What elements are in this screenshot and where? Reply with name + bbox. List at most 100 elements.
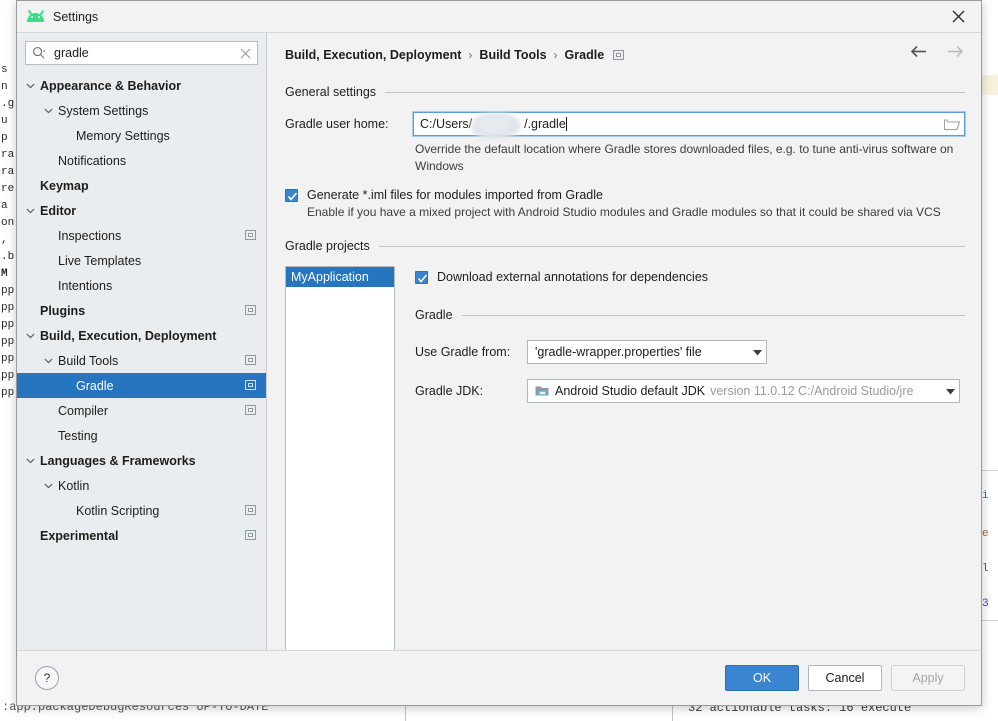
close-icon[interactable] xyxy=(935,1,981,32)
list-item[interactable]: MyApplication xyxy=(286,267,394,287)
sidebar-item-gradle[interactable]: Gradle xyxy=(17,373,266,398)
group-label: General settings xyxy=(285,85,377,99)
sidebar-item-testing[interactable]: Testing xyxy=(17,423,266,448)
sidebar-item-notifications[interactable]: Notifications xyxy=(17,148,266,173)
sidebar-item-system-settings[interactable]: System Settings xyxy=(17,98,266,123)
download-annotations-label: Download external annotations for depend… xyxy=(437,270,709,284)
download-annotations-row: Download external annotations for depend… xyxy=(415,270,965,284)
chevron-down-icon[interactable] xyxy=(25,455,36,466)
sidebar-item-editor[interactable]: Editor xyxy=(17,198,266,223)
sidebar-item-label: Testing xyxy=(58,428,98,443)
chevron-down-icon[interactable] xyxy=(25,330,36,341)
sidebar-item-label: Keymap xyxy=(40,178,89,193)
sidebar-item-live-templates[interactable]: Live Templates xyxy=(17,248,266,273)
apply-button[interactable]: Apply xyxy=(891,665,965,691)
gradle-jdk-label: Gradle JDK: xyxy=(415,384,484,398)
sidebar-item-kotlin-scripting[interactable]: Kotlin Scripting xyxy=(17,498,266,523)
page-mark-icon xyxy=(245,530,256,540)
sidebar-item-label: Editor xyxy=(40,203,77,218)
sidebar-item-memory-settings[interactable]: Memory Settings xyxy=(17,123,266,148)
sidebar-item-label: Kotlin xyxy=(58,478,90,493)
page-mark-icon xyxy=(245,355,256,365)
sidebar-item-experimental[interactable]: Experimental xyxy=(17,523,266,548)
sidebar-item-inspections[interactable]: Inspections xyxy=(17,223,266,248)
close-icon[interactable] xyxy=(239,47,252,60)
chevron-down-icon[interactable] xyxy=(43,355,54,366)
android-icon xyxy=(27,9,44,24)
sidebar-item-keymap[interactable]: Keymap xyxy=(17,173,266,198)
chevron-down-icon[interactable] xyxy=(43,480,54,491)
gradle-project-list[interactable]: MyApplication xyxy=(285,266,395,650)
gradle-jdk-value: Android Studio default JDK xyxy=(555,384,706,398)
arrow-right-icon[interactable] xyxy=(945,45,965,58)
page-mark-icon xyxy=(245,305,256,315)
gradle-user-home-label: Gradle user home: xyxy=(285,117,389,131)
use-gradle-from-select[interactable]: 'gradle-wrapper.properties' file xyxy=(527,340,767,364)
sidebar-item-label: Gradle xyxy=(76,378,114,393)
search-input[interactable]: gradle xyxy=(25,41,258,65)
ok-button[interactable]: OK xyxy=(725,665,799,691)
help-button[interactable]: ? xyxy=(35,666,59,690)
sidebar-item-kotlin[interactable]: Kotlin xyxy=(17,473,266,498)
search-value: gradle xyxy=(54,46,89,60)
settings-dialog: Settings gradle Appearance & Behavior Sy… xyxy=(16,0,982,706)
breadcrumb-separator: › xyxy=(553,48,558,62)
use-gradle-from-value: 'gradle-wrapper.properties' file xyxy=(535,345,702,359)
page-mark-icon xyxy=(245,505,256,515)
arrow-left-icon[interactable] xyxy=(909,45,929,58)
sidebar-item-label: Build Tools xyxy=(58,353,119,368)
dialog-title: Settings xyxy=(53,9,99,24)
breadcrumb-item-2[interactable]: Gradle xyxy=(565,48,605,62)
breadcrumb-separator: › xyxy=(468,48,473,62)
sidebar-item-build-tools[interactable]: Build Tools xyxy=(17,348,266,373)
chevron-down-icon[interactable] xyxy=(25,205,36,216)
page-mark-icon xyxy=(245,380,256,390)
sidebar-item-appearance-behavior[interactable]: Appearance & Behavior xyxy=(17,73,266,98)
gradle-jdk-row: Gradle JDK: Android Studio default JDK v… xyxy=(415,379,965,403)
group-label: Gradle projects xyxy=(285,239,370,253)
sidebar-item-label: Compiler xyxy=(58,403,109,418)
sidebar-item-label: Appearance & Behavior xyxy=(40,78,182,93)
sidebar-item-label: Memory Settings xyxy=(76,128,170,143)
use-gradle-from-label: Use Gradle from: xyxy=(415,345,511,359)
sidebar-item-label: System Settings xyxy=(58,103,149,118)
sidebar-item-label: Build, Execution, Deployment xyxy=(40,328,217,343)
sidebar-item-label: Inspections xyxy=(58,228,122,243)
sidebar-item-intentions[interactable]: Intentions xyxy=(17,273,266,298)
sidebar-item-label: Notifications xyxy=(58,153,127,168)
general-settings-group: General settings xyxy=(285,85,965,99)
gradle-user-home-hint: Override the default location where Grad… xyxy=(415,142,954,173)
sidebar-item-build-execution-deployment[interactable]: Build, Execution, Deployment xyxy=(17,323,266,348)
sidebar-item-compiler[interactable]: Compiler xyxy=(17,398,266,423)
download-annotations-checkbox[interactable] xyxy=(415,271,428,284)
jdk-icon xyxy=(535,386,549,396)
sidebar-item-plugins[interactable]: Plugins xyxy=(17,298,266,323)
breadcrumb: Build, Execution, Deployment › Build Too… xyxy=(285,45,965,65)
gradle-jdk-select[interactable]: Android Studio default JDK version 11.0.… xyxy=(527,379,960,403)
cancel-button[interactable]: Cancel xyxy=(808,665,882,691)
sidebar-item-languages-frameworks[interactable]: Languages & Frameworks xyxy=(17,448,266,473)
settings-sidebar: gradle Appearance & Behavior System Setti… xyxy=(17,33,267,650)
settings-tree: Appearance & Behavior System Settings Memo… xyxy=(17,71,266,650)
folder-icon[interactable] xyxy=(944,117,960,131)
sidebar-item-label: Plugins xyxy=(40,303,86,318)
gradle-user-home-input[interactable]: C:/Users/ /.gradle xyxy=(412,111,966,139)
group-divider xyxy=(461,314,965,316)
generate-iml-hint: Enable if you have a mixed project with … xyxy=(307,205,941,219)
generate-iml-checkbox[interactable] xyxy=(285,189,298,202)
redacted-username xyxy=(471,113,521,139)
sidebar-item-label: Kotlin Scripting xyxy=(76,503,160,518)
breadcrumb-item-1[interactable]: Build Tools xyxy=(479,48,546,62)
gradle-user-home-value-suffix: /.gradle xyxy=(524,117,566,131)
gradle-user-home-row: Gradle user home: C:/Users/ /.gradle xyxy=(285,111,966,139)
breadcrumb-item-0[interactable]: Build, Execution, Deployment xyxy=(285,48,461,62)
sidebar-item-label: Experimental xyxy=(40,528,119,543)
group-divider xyxy=(378,245,965,247)
chevron-down-icon[interactable] xyxy=(43,105,54,116)
sidebar-item-label: Intentions xyxy=(58,278,113,293)
chevron-down-icon[interactable] xyxy=(25,80,36,91)
gradle-jdk-detail: version 11.0.12 C:/Android Studio/jre xyxy=(710,384,914,398)
group-label: Gradle xyxy=(415,308,453,322)
page-mark-icon xyxy=(613,50,625,60)
gradle-subgroup: Gradle xyxy=(415,308,965,322)
